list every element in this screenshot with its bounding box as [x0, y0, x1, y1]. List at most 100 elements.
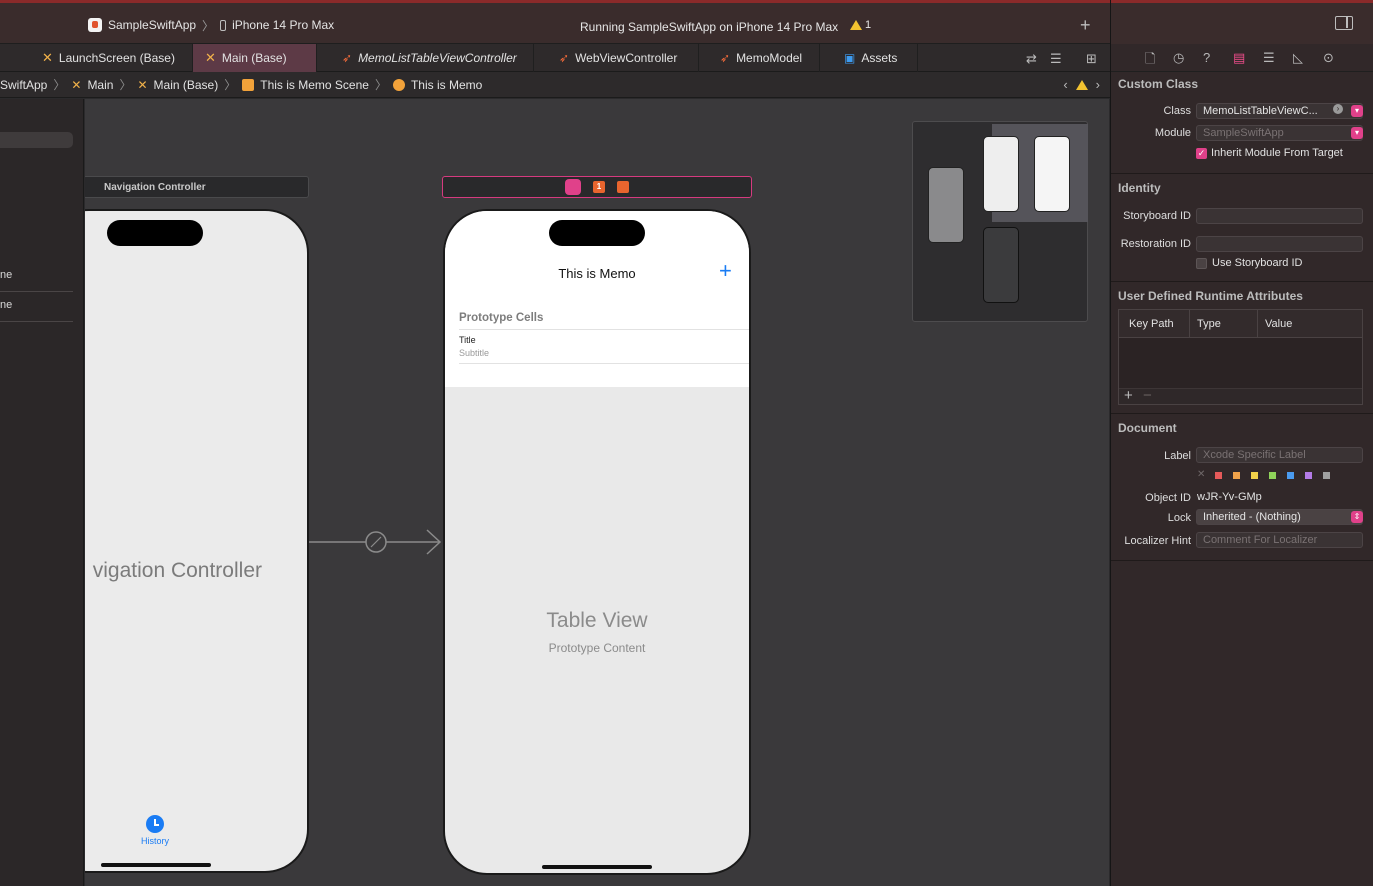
jump-item-controller[interactable]: This is Memo — [411, 78, 482, 92]
history-inspector-icon[interactable]: ◷ — [1173, 50, 1184, 66]
tab-launchscreen[interactable]: ✕ LaunchScreen (Base) — [30, 44, 193, 72]
navigator-row[interactable]: ne — [0, 262, 73, 292]
warning-indicator[interactable]: 1 — [850, 19, 871, 31]
chevron-down-icon[interactable]: ▾ — [1351, 105, 1363, 117]
canvas-minimap[interactable] — [912, 121, 1088, 322]
doc-label-field[interactable]: Xcode Specific Label — [1196, 447, 1363, 463]
tab-label: MemoListTableViewController — [358, 51, 517, 65]
scheme-selector[interactable]: SampleSwiftApp 〉 iPhone 14 Pro Max — [88, 13, 334, 37]
chevron-right-icon[interactable]: › — [1096, 77, 1100, 92]
runtime-attributes-table[interactable]: Key Path Type Value + − — [1118, 309, 1363, 405]
tab-webview-controller[interactable]: ➶ WebViewController — [547, 44, 699, 72]
scheme-device-label[interactable]: iPhone 14 Pro Max — [232, 18, 334, 32]
add-attribute-icon[interactable]: + — [1124, 387, 1133, 404]
label-color-swatch[interactable] — [1323, 472, 1330, 479]
label-color-swatch[interactable] — [1215, 472, 1222, 479]
nav-scene-dock[interactable]: Navigation Controller — [85, 176, 309, 198]
nav-scene-title: Navigation Controller — [104, 181, 206, 193]
go-to-class-icon[interactable]: › — [1333, 104, 1343, 114]
remove-attribute-icon[interactable]: − — [1143, 387, 1152, 404]
inherit-module-checkbox[interactable]: ✓ — [1196, 148, 1207, 159]
navigator-row[interactable]: ne — [0, 292, 73, 322]
divider — [459, 329, 749, 330]
tab-memolist-controller[interactable]: ➶ MemoListTableViewController — [330, 44, 534, 72]
divider — [1111, 413, 1373, 414]
first-responder-icon[interactable]: 1 — [593, 181, 605, 193]
tab-main[interactable]: ✕ Main (Base) — [193, 44, 317, 72]
storyboard-canvas[interactable]: Navigation Controller vigation Controlle… — [85, 99, 1109, 886]
jump-item-main-base[interactable]: Main (Base) — [154, 78, 219, 92]
column-type[interactable]: Type — [1197, 318, 1221, 330]
warning-icon — [850, 20, 862, 30]
use-storyboard-id-checkbox[interactable] — [1196, 258, 1207, 269]
localizer-hint-field[interactable]: Comment For Localizer — [1196, 532, 1363, 548]
memo-controller-device[interactable]: This is Memo + Prototype Cells Title Sub… — [443, 209, 751, 875]
nav-controller-device[interactable]: vigation Controller History — [85, 209, 309, 873]
add-editor-icon[interactable]: ⊞ — [1086, 51, 1097, 67]
localizer-hint-label: Localizer Hint — [1124, 535, 1191, 547]
tab-label: Main (Base) — [221, 51, 287, 65]
module-label: Module — [1154, 127, 1191, 139]
attributes-inspector-icon[interactable]: ☰ — [1263, 50, 1275, 66]
custom-class-title: Custom Class — [1118, 77, 1199, 91]
chevron-left-icon[interactable]: ‹ — [1063, 77, 1067, 92]
tab-memomodel[interactable]: ➶ MemoModel — [708, 44, 820, 72]
chevron-right-icon: 〉 — [374, 78, 387, 92]
help-inspector-icon[interactable]: ? — [1203, 50, 1210, 65]
divider — [1189, 310, 1190, 338]
navigator-panel: ne ne — [0, 99, 84, 886]
doc-label-label: Label — [1164, 450, 1191, 462]
add-memo-button[interactable]: + — [719, 260, 732, 282]
storyboard-icon: ✕ — [205, 50, 216, 65]
column-value[interactable]: Value — [1265, 318, 1292, 330]
divider — [1111, 173, 1373, 174]
restoration-id-field[interactable] — [1196, 236, 1363, 252]
label-color-swatch[interactable] — [1233, 472, 1240, 479]
memo-scene-dock[interactable]: 1 — [442, 176, 752, 198]
label-color-swatch[interactable] — [1269, 472, 1276, 479]
storyboard-id-field[interactable] — [1196, 208, 1363, 224]
tab-assets[interactable]: ▣ Assets — [832, 44, 918, 72]
table-footer: + − — [1119, 387, 1362, 404]
module-field[interactable]: SampleSwiftApp — [1196, 125, 1363, 141]
clear-color-icon[interactable]: ✕ — [1197, 469, 1205, 480]
label-color-swatch[interactable] — [1305, 472, 1312, 479]
label-color-swatch[interactable] — [1251, 472, 1258, 479]
minimap-device — [983, 227, 1019, 303]
divider — [459, 363, 749, 364]
exit-icon[interactable] — [617, 181, 629, 193]
jump-item-project[interactable]: SwiftApp — [0, 78, 47, 92]
view-controller-icon[interactable] — [565, 179, 581, 195]
identity-inspector-icon[interactable]: ▤ — [1233, 50, 1245, 66]
library-add-button[interactable]: + — [1080, 16, 1091, 34]
toggle-inspector-icon[interactable] — [1335, 16, 1353, 30]
navigator-selection[interactable] — [0, 132, 73, 148]
connections-inspector-icon[interactable]: ⊙ — [1323, 50, 1334, 66]
object-id-label: Object ID — [1145, 492, 1191, 504]
cell-subtitle-label[interactable]: Subtitle — [459, 348, 489, 358]
label-color-swatch[interactable] — [1287, 472, 1294, 479]
tab-label: WebViewController — [575, 51, 678, 65]
home-indicator — [542, 865, 652, 869]
assets-icon: ▣ — [844, 51, 856, 65]
restoration-id-label: Restoration ID — [1120, 238, 1191, 250]
size-inspector-icon[interactable]: ◺ — [1293, 50, 1303, 66]
editor-options-icon[interactable]: ☰ — [1050, 51, 1062, 67]
warning-icon[interactable] — [1075, 79, 1088, 90]
column-key-path[interactable]: Key Path — [1129, 318, 1174, 330]
object-id-value: wJR-Yv-GMp — [1197, 491, 1262, 503]
cell-title-label[interactable]: Title — [459, 335, 476, 345]
lock-label: Lock — [1167, 512, 1191, 524]
related-items-icon[interactable]: ⇄ — [1026, 51, 1037, 67]
chevron-down-icon[interactable]: ▾ — [1351, 127, 1363, 139]
runtime-attributes-title: User Defined Runtime Attributes — [1118, 289, 1303, 303]
jump-item-main[interactable]: Main — [87, 78, 113, 92]
history-icon[interactable] — [146, 815, 164, 833]
lock-popup[interactable]: Inherited - (Nothing) — [1196, 509, 1363, 525]
segue-arrow[interactable] — [309, 527, 443, 557]
chevron-right-icon: 〉 — [119, 78, 132, 92]
chevron-updown-icon[interactable]: ⇕ — [1351, 511, 1363, 523]
storyboard-id-label: Storyboard ID — [1123, 210, 1191, 222]
jump-item-scene[interactable]: This is Memo Scene — [260, 78, 369, 92]
file-inspector-icon[interactable]: 🗋 — [1145, 50, 1155, 72]
